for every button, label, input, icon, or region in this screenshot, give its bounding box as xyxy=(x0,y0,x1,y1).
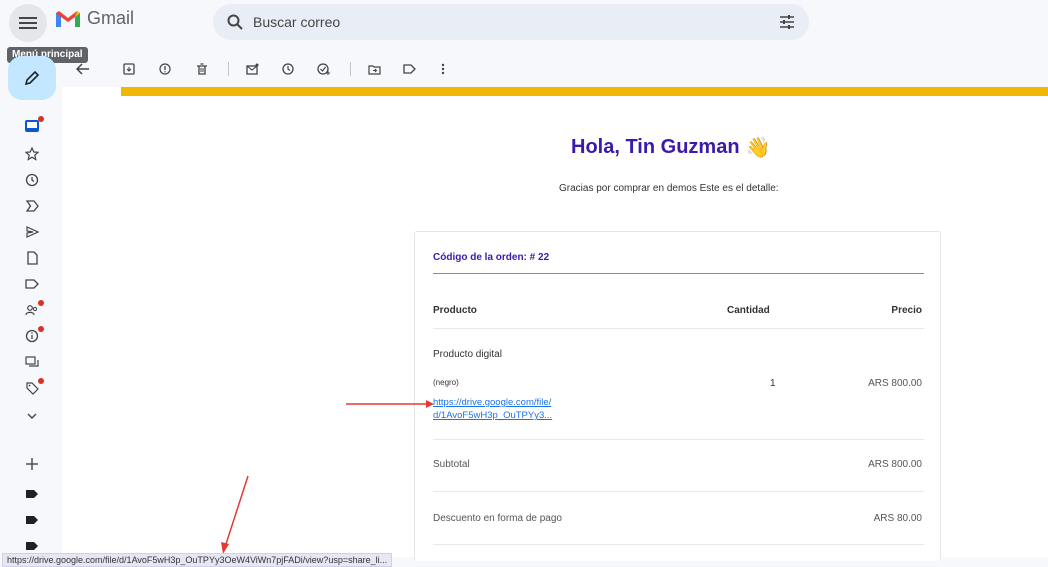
important-icon[interactable] xyxy=(22,196,42,216)
promotions-icon[interactable] xyxy=(22,378,44,398)
social-icon[interactable] xyxy=(22,300,44,320)
row-divider xyxy=(433,328,924,329)
pencil-icon xyxy=(24,70,40,86)
order-card: Código de la orden: # 22 Producto Cantid… xyxy=(414,231,941,561)
toolbar-divider xyxy=(350,62,351,76)
social-unread-dot xyxy=(38,300,44,306)
thank-you-text: Gracias por comprar en demos Este es el … xyxy=(559,183,779,194)
back-arrow-icon[interactable] xyxy=(74,60,92,78)
more-options-icon[interactable] xyxy=(434,60,452,78)
column-header-price: Precio xyxy=(891,305,922,316)
add-label-icon[interactable] xyxy=(22,454,42,474)
order-divider xyxy=(433,273,924,274)
annotation-arrow-link xyxy=(346,400,434,408)
label-filled-icon[interactable] xyxy=(22,484,42,504)
product-quantity: 1 xyxy=(770,378,776,389)
snooze-icon[interactable] xyxy=(279,60,297,78)
subtotal-label: Subtotal xyxy=(433,459,470,470)
compose-button[interactable] xyxy=(8,56,56,100)
trash-icon[interactable] xyxy=(193,60,211,78)
inbox-icon[interactable] xyxy=(22,116,44,136)
column-header-quantity: Cantidad xyxy=(727,305,770,316)
product-variant: (negro) xyxy=(433,378,459,387)
more-chevron-icon[interactable] xyxy=(22,406,42,426)
greeting-heading: Hola, Tin Guzman 👋 xyxy=(571,135,770,160)
sent-icon[interactable] xyxy=(22,222,42,242)
column-header-product: Producto xyxy=(433,305,477,316)
inbox-unread-dot xyxy=(38,116,44,122)
gmail-logo[interactable]: Gmail xyxy=(55,8,134,29)
link-status-url: https://drive.google.com/file/d/1AvoF5wH… xyxy=(2,553,393,567)
menu-icon xyxy=(19,17,37,29)
archive-icon[interactable] xyxy=(120,60,138,78)
discount-label: Descuento en forma de pago xyxy=(433,513,562,524)
toolbar-divider xyxy=(228,62,229,76)
label-filled-icon[interactable] xyxy=(22,510,42,530)
drafts-icon[interactable] xyxy=(22,248,42,268)
label-icon[interactable] xyxy=(22,274,42,294)
search-bar[interactable] xyxy=(213,4,809,40)
starred-icon[interactable] xyxy=(22,144,42,164)
search-icon[interactable] xyxy=(227,14,243,30)
link-line-1: https://drive.google.com/file/ xyxy=(433,397,552,408)
product-price: ARS 800.00 xyxy=(868,378,922,389)
product-download-link[interactable]: https://drive.google.com/file/ d/1AvoF5w… xyxy=(433,396,593,422)
updates-unread-dot xyxy=(38,326,44,332)
snoozed-icon[interactable] xyxy=(22,170,42,190)
row-divider xyxy=(433,439,924,440)
forums-icon[interactable] xyxy=(22,352,42,372)
gmail-m-icon xyxy=(56,10,80,27)
move-to-icon[interactable] xyxy=(365,60,383,78)
discount-value: ARS 80.00 xyxy=(873,513,922,524)
greeting-text: Hola, Tin Guzman xyxy=(571,136,740,158)
header-banner xyxy=(121,87,1048,96)
app-name: Gmail xyxy=(87,8,135,28)
waving-hand-icon: 👋 xyxy=(745,137,771,159)
link-line-2: d/1AvoF5wH3p_OuTPYy3... xyxy=(433,410,553,421)
annotation-arrow-status xyxy=(221,475,249,554)
mark-unread-icon[interactable] xyxy=(243,60,261,78)
search-input[interactable] xyxy=(251,13,731,31)
promotions-unread-dot xyxy=(38,378,44,384)
labels-icon[interactable] xyxy=(400,60,418,78)
order-code: Código de la orden: # 22 xyxy=(433,252,550,263)
report-spam-icon[interactable] xyxy=(156,60,174,78)
main-menu-button[interactable] xyxy=(9,4,47,42)
add-task-icon[interactable] xyxy=(314,60,332,78)
row-divider xyxy=(433,491,924,492)
row-divider xyxy=(433,544,924,545)
search-options-icon[interactable] xyxy=(779,14,795,30)
subtotal-value: ARS 800.00 xyxy=(868,459,922,470)
updates-icon[interactable] xyxy=(22,326,44,346)
product-name: Producto digital xyxy=(433,349,502,360)
